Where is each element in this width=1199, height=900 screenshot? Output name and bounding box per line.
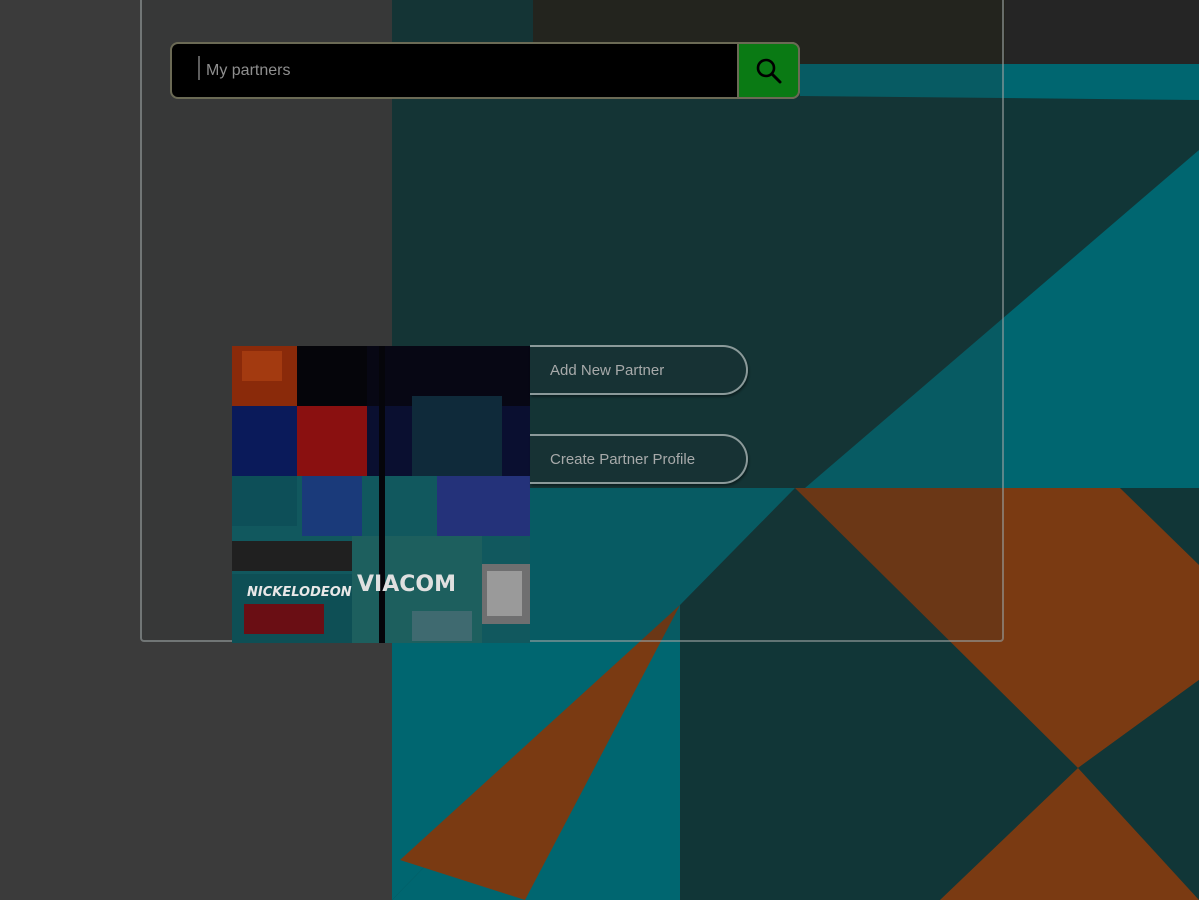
create-partner-profile-button[interactable]: Create Partner Profile [530,434,748,484]
text-caret [198,56,200,80]
create-partner-profile-label: Create Partner Profile [550,450,696,468]
app-screen: NICKELODEON VIACOM Add New Partner Creat… [0,0,1199,900]
search-button[interactable] [737,42,800,99]
viacom-logo-text: VIACOM [357,572,456,597]
nickelodeon-logo-text: NICKELODEON [247,585,352,600]
partner-image: NICKELODEON VIACOM [232,346,530,643]
search-bar [170,42,800,99]
add-new-partner-label: Add New Partner [550,361,665,379]
search-input[interactable] [172,43,798,98]
search-icon [756,58,781,83]
add-new-partner-button[interactable]: Add New Partner [530,345,748,395]
